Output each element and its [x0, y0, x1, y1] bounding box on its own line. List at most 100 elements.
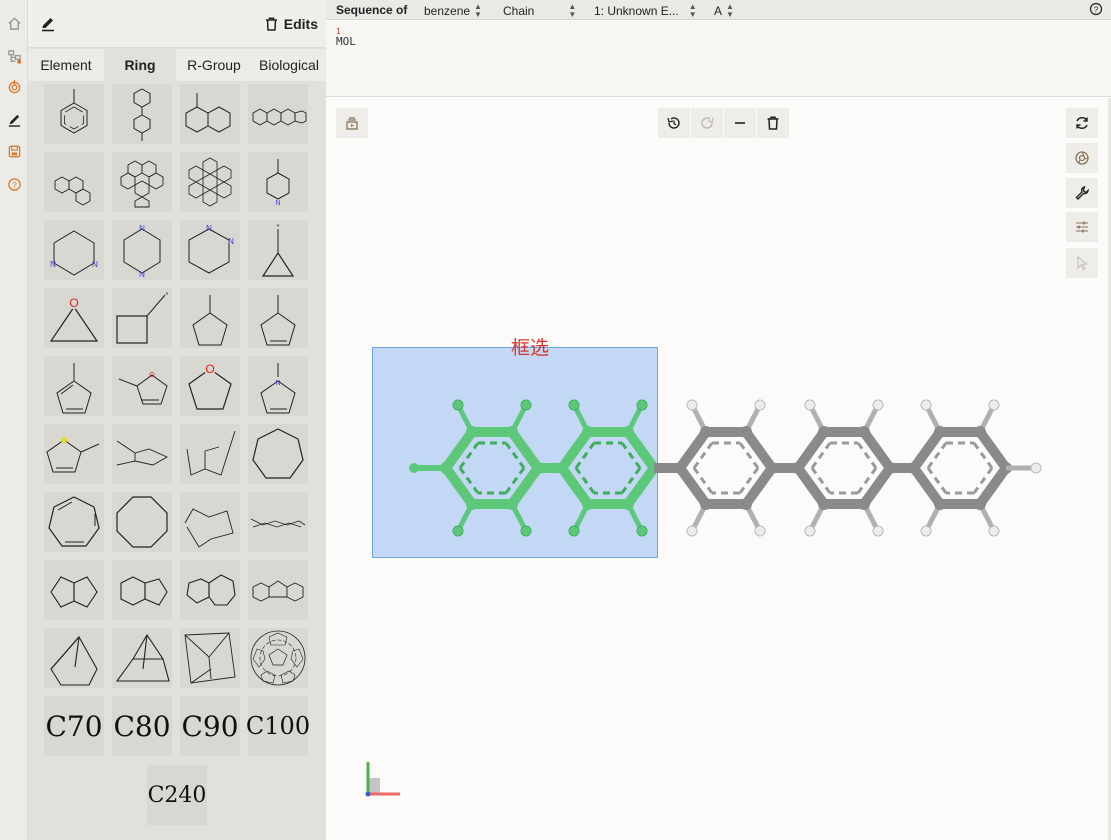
svg-text:*: * [277, 224, 280, 231]
tab-biological[interactable]: Biological [252, 49, 326, 81]
ring-toluene[interactable] [44, 84, 104, 144]
bond [909, 463, 945, 509]
svg-text:N: N [139, 270, 145, 279]
ring-pyrazine[interactable]: NN [112, 220, 172, 280]
hydrogen-atom [988, 399, 1000, 411]
ring-methylpyridine[interactable]: N [248, 152, 308, 212]
carbon-atom [506, 426, 518, 438]
hydrogen-atom [409, 463, 419, 473]
ring-methylnaphthalene[interactable] [180, 84, 240, 144]
target-icon[interactable] [4, 76, 24, 96]
carbon-atom [858, 498, 870, 510]
tab-ring[interactable]: Ring [104, 49, 176, 81]
model-select[interactable]: A ▲ ▼ [714, 3, 734, 19]
bond [441, 427, 477, 473]
molecule-render[interactable] [326, 98, 1111, 840]
carbon-atom [622, 498, 634, 510]
help-icon[interactable]: ? [4, 174, 24, 194]
tab-element[interactable]: Element [28, 49, 104, 81]
ring-oxirane[interactable]: O [44, 288, 104, 348]
hydrogen-atom [452, 399, 464, 411]
ring-pentalene[interactable] [44, 560, 104, 620]
hydrogen-atom [636, 525, 648, 537]
ring-methylfuran[interactable]: O [112, 356, 172, 416]
ring-methylpyrrole[interactable]: N [248, 356, 308, 416]
hydrogen-atom [872, 399, 884, 411]
carbon-atom [582, 426, 594, 438]
ring-norbornane[interactable] [44, 628, 104, 688]
carbon-atom [934, 498, 946, 510]
molecule-select[interactable]: benzene ▲ ▼ [424, 3, 482, 19]
ring-decalin[interactable] [248, 492, 308, 552]
ring-methylcyclopentadiene[interactable] [44, 356, 104, 416]
hierarchy-icon[interactable] [4, 46, 24, 66]
ring-coronene[interactable] [180, 152, 240, 212]
ring-bicyclooctane[interactable] [112, 628, 172, 688]
chain-select[interactable]: Chain ▲ ▼ [503, 3, 576, 19]
entity-select[interactable]: 1: Unknown E... ▲ ▼ [594, 3, 697, 19]
save-icon[interactable] [4, 141, 24, 161]
carbon-atom [700, 426, 712, 438]
svg-text:*: * [166, 292, 169, 299]
sequence-bar: Sequence of benzene ▲ ▼ Chain ▲ ▼ 1: Unknown… [326, 0, 1111, 20]
ring-pyrene[interactable] [112, 152, 172, 212]
bond [859, 463, 895, 509]
bond [507, 427, 543, 473]
ring-pyrimidine[interactable]: NN [44, 220, 104, 280]
home-icon[interactable] [4, 13, 24, 33]
ring-adamantane[interactable] [180, 628, 240, 688]
ring-methylcyclopentane[interactable] [180, 288, 240, 348]
edits-button[interactable]: Edits [265, 13, 318, 35]
ring-c100[interactable]: C100 [246, 696, 310, 756]
bond [441, 463, 477, 509]
help-icon[interactable]: ? [1089, 2, 1103, 16]
molecule-value: benzene [424, 4, 471, 18]
svg-text:O: O [205, 362, 214, 376]
hydrogen-atom [568, 525, 580, 537]
pencil-icon[interactable] [4, 109, 24, 129]
sequence-residue[interactable]: MOL [336, 35, 356, 48]
ring-cyclohexane-boat[interactable] [180, 424, 240, 484]
bond [557, 463, 593, 509]
ring-methylcyclobutane[interactable]: * [112, 288, 172, 348]
bond [975, 463, 1011, 509]
ring-methylcyclopentene[interactable] [248, 288, 308, 348]
model-value: A [714, 4, 723, 18]
ring-methylcyclopropane[interactable]: * [248, 220, 308, 280]
svg-text:?: ? [12, 179, 17, 189]
sort-icon: ▲ ▼ [568, 2, 577, 19]
ring-c80[interactable]: C80 [112, 696, 172, 756]
hydrogen-atom [1030, 462, 1042, 474]
ring-c70[interactable]: C70 [44, 696, 104, 756]
hydrogen-atom [920, 399, 932, 411]
ring-cyclohexane-chair[interactable] [112, 424, 172, 484]
ring-tetrahydrofuran[interactable]: O [180, 356, 240, 416]
ring-fluorene[interactable] [248, 560, 308, 620]
pencil-icon[interactable] [38, 14, 58, 34]
hydrogen-atom [804, 525, 816, 537]
hydrogen-atom [686, 399, 698, 411]
viewer-canvas[interactable]: 框选 [326, 98, 1111, 840]
ring-phenanthrene[interactable] [44, 152, 104, 212]
nav-strip: ? [0, 0, 28, 840]
carbon-atom [858, 426, 870, 438]
ring-cyclooctane[interactable] [112, 492, 172, 552]
ring-c90[interactable]: C90 [180, 696, 240, 756]
ring-cycloheptane[interactable] [248, 424, 308, 484]
ring-biphenyl[interactable] [112, 84, 172, 144]
ring-c240[interactable]: C240 [147, 765, 207, 825]
sequence-label: Sequence of [336, 3, 408, 17]
ring-pyridazine[interactable]: NN [180, 220, 240, 280]
ring-c60-fullerene[interactable] [248, 628, 308, 688]
ring-azulene[interactable] [180, 560, 240, 620]
ring-cycloheptatriene[interactable] [44, 492, 104, 552]
hydrogen-atom [754, 399, 766, 411]
ring-cyclooctane-3d[interactable] [180, 492, 240, 552]
svg-text:N: N [206, 224, 212, 233]
carbon-atom [556, 462, 568, 474]
hydrogen-atom [568, 399, 580, 411]
tab-r-group[interactable]: R-Group [176, 49, 252, 81]
ring-indene[interactable] [112, 560, 172, 620]
ring-methylthiophene[interactable] [44, 424, 104, 484]
ring-anthracene[interactable] [248, 84, 308, 144]
